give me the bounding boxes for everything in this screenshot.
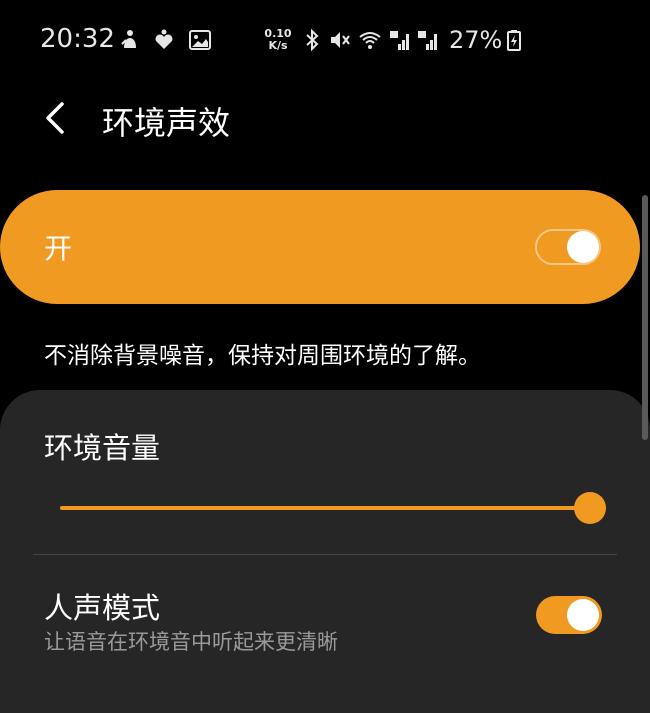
toggle-knob bbox=[567, 231, 599, 263]
slider-thumb[interactable] bbox=[574, 492, 606, 524]
battery-percent: 27% bbox=[449, 26, 503, 54]
voice-mode-label: 人声模式 bbox=[44, 591, 161, 625]
heart-icon bbox=[155, 29, 173, 49]
mute-icon bbox=[331, 32, 350, 48]
wifi-icon bbox=[359, 32, 381, 49]
bluetooth-icon bbox=[306, 28, 319, 52]
feature-description: 不消除背景噪音，保持对周围环境的了解。 bbox=[44, 343, 481, 369]
signal-4g-icon bbox=[418, 31, 437, 50]
back-button[interactable] bbox=[38, 98, 78, 138]
voice-mode-toggle[interactable] bbox=[536, 596, 602, 634]
battery-charging-icon bbox=[507, 30, 521, 51]
master-switch-toggle[interactable] bbox=[535, 229, 601, 265]
signal-4g-icon bbox=[390, 31, 409, 50]
status-time: 20:32 bbox=[40, 24, 115, 54]
ambient-volume-slider[interactable] bbox=[60, 492, 606, 524]
image-icon bbox=[189, 30, 211, 50]
ambient-volume-label: 环境音量 bbox=[44, 431, 161, 465]
network-speed-unit: K/s bbox=[268, 39, 288, 52]
master-switch-label: 开 bbox=[44, 232, 73, 265]
status-bar: 20:32 0.10 K/s 27% bbox=[0, 0, 650, 84]
toggle-knob bbox=[567, 599, 599, 631]
voice-mode-subtitle: 让语音在环境音中听起来更清晰 bbox=[44, 630, 338, 654]
slider-fill bbox=[60, 506, 590, 510]
chevron-left-icon bbox=[46, 102, 64, 134]
divider bbox=[33, 554, 617, 555]
page-title: 环境声效 bbox=[102, 104, 231, 142]
master-switch-card[interactable]: 开 bbox=[0, 190, 640, 304]
network-speed: 0.10 K/s bbox=[262, 28, 294, 52]
notification-icon bbox=[121, 30, 136, 48]
scrollbar[interactable] bbox=[642, 195, 648, 440]
screen: 20:32 0.10 K/s 27% 环境声效 开 不消除背景噪音，保持对周围环… bbox=[0, 0, 650, 713]
settings-panel: 环境音量 人声模式 让语音在环境音中听起来更清晰 bbox=[0, 390, 650, 713]
